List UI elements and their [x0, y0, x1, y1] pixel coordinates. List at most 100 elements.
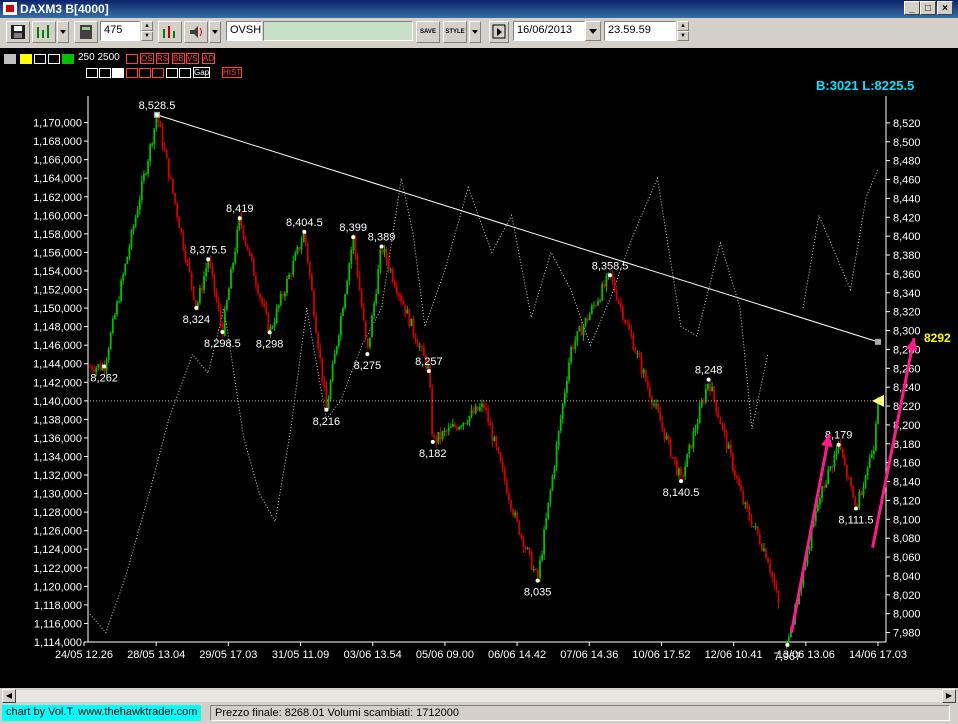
candle-body — [420, 346, 423, 348]
minimize-button[interactable]: _ — [904, 1, 920, 15]
candle-body — [379, 249, 382, 270]
bars-count-spinner[interactable]: ▲ ▼ — [141, 21, 153, 41]
left-tick-label: 1,150,000 — [33, 303, 82, 315]
candle-body — [503, 468, 506, 481]
save-disk-button[interactable] — [6, 21, 30, 43]
candle-body — [402, 301, 405, 305]
candle-body — [441, 431, 444, 439]
channel-tool-icon[interactable] — [48, 54, 60, 64]
symbol-input[interactable]: OVSH — [226, 21, 262, 41]
spin-down-icon[interactable]: ▼ — [141, 31, 153, 41]
style-button[interactable]: STYLE — [443, 21, 467, 43]
scroll-track[interactable] — [16, 690, 942, 702]
right-tick-label: 8,040 — [893, 571, 921, 583]
scroll-left-icon[interactable]: ◀ — [2, 689, 16, 703]
target-icon[interactable] — [99, 68, 111, 78]
pivot-label: 8,375.5 — [190, 244, 227, 256]
candle-body — [642, 369, 645, 374]
gap-button[interactable]: Gap — [193, 67, 211, 78]
ad-button[interactable]: AD — [202, 53, 216, 64]
candle-body — [746, 502, 749, 509]
candle-body — [254, 275, 257, 285]
date-input[interactable]: 16/06/2013 — [513, 21, 585, 41]
os-button[interactable]: OS — [140, 53, 154, 64]
x-tick-label: 14/06 17.03 — [849, 649, 907, 661]
left-tick-label: 1,136,000 — [33, 433, 82, 445]
horizontal-scrollbar[interactable]: ◀ ▶ — [0, 688, 958, 704]
grid-tool-icon[interactable] — [152, 68, 164, 78]
pivot-label: 8,111.5 — [838, 514, 873, 526]
cycle-icon[interactable] — [166, 68, 178, 78]
scroll-right-icon[interactable]: ▶ — [942, 689, 956, 703]
sound-button[interactable] — [184, 21, 208, 43]
chart-type-button[interactable] — [32, 21, 56, 43]
candle-body — [387, 260, 390, 270]
vs-button[interactable]: VS — [186, 53, 199, 64]
trend-icon[interactable] — [126, 68, 138, 78]
candle-body — [773, 577, 776, 586]
left-tick-label: 1,160,000 — [33, 210, 82, 222]
zoom-icon[interactable] — [86, 68, 98, 78]
save-style-button[interactable]: SAVE — [416, 21, 440, 43]
candle-body — [257, 284, 259, 295]
candle-body — [823, 486, 825, 488]
chart-area[interactable]: 1,114,000 1,116,000 1,118,000 1,120,000 1,12… — [0, 48, 958, 688]
candle-body — [319, 348, 322, 358]
style-dropdown[interactable] — [469, 21, 481, 43]
date-dropdown[interactable] — [585, 21, 601, 41]
maximize-button[interactable]: □ — [920, 1, 936, 15]
candle-body — [140, 180, 143, 200]
left-tick-label: 1,170,000 — [33, 118, 82, 130]
rs-button[interactable]: RS — [156, 53, 170, 64]
candle-body — [356, 256, 359, 276]
bars-count-input[interactable]: 475 — [100, 21, 140, 41]
time-spinner[interactable]: ▲ ▼ — [677, 21, 689, 41]
bb-button[interactable]: BB — [172, 53, 185, 64]
indicator-button[interactable] — [158, 21, 182, 43]
candle-body — [551, 475, 554, 491]
spin-up-icon[interactable]: ▲ — [677, 21, 689, 31]
right-tick-label: 8,100 — [893, 514, 921, 526]
hist-button[interactable]: HIST — [222, 67, 243, 78]
indicator-icon-1[interactable] — [126, 54, 138, 64]
left-tick-label: 1,164,000 — [33, 173, 82, 185]
left-tick-label: 1,134,000 — [33, 451, 82, 463]
wave-icon[interactable] — [179, 68, 191, 78]
candle-body — [124, 263, 127, 275]
grid-icon[interactable] — [4, 54, 16, 64]
candle-body — [362, 306, 365, 321]
candle-body — [478, 407, 481, 411]
chart-type-dropdown[interactable] — [57, 21, 69, 43]
candle-body — [157, 118, 160, 123]
candle-body — [624, 319, 626, 323]
candle-body — [211, 266, 214, 275]
bar-chart-icon — [37, 25, 49, 38]
color-icon[interactable] — [62, 54, 74, 64]
fibo-icon[interactable] — [139, 68, 151, 78]
sound-dropdown[interactable] — [209, 21, 221, 43]
candle-body — [331, 363, 334, 382]
candle-body — [398, 293, 400, 296]
line-tool-icon[interactable] — [34, 54, 46, 64]
candle-body — [169, 178, 172, 180]
symbol-description-field[interactable] — [263, 21, 413, 41]
close-button[interactable]: × — [937, 1, 953, 15]
candle-body — [153, 128, 156, 145]
candle-body — [576, 331, 579, 342]
candle-body — [595, 305, 597, 307]
pivot-label: 8,262 — [90, 372, 118, 384]
candle-body — [532, 568, 535, 570]
spin-down-icon[interactable]: ▼ — [677, 31, 689, 41]
camera-icon[interactable] — [112, 68, 124, 78]
time-input[interactable]: 23.59.59 — [604, 21, 676, 41]
candle-body — [630, 329, 633, 337]
pencil-icon[interactable] — [20, 54, 32, 64]
candle-body — [203, 276, 205, 290]
candle-body — [626, 322, 628, 324]
candle-body — [149, 144, 152, 162]
candle-body — [740, 485, 743, 492]
play-button[interactable] — [489, 21, 509, 43]
spin-up-icon[interactable]: ▲ — [141, 21, 153, 31]
calculator-button[interactable] — [74, 21, 98, 43]
price-chart[interactable]: 1,114,000 1,116,000 1,118,000 1,120,000 1,12… — [0, 48, 958, 688]
